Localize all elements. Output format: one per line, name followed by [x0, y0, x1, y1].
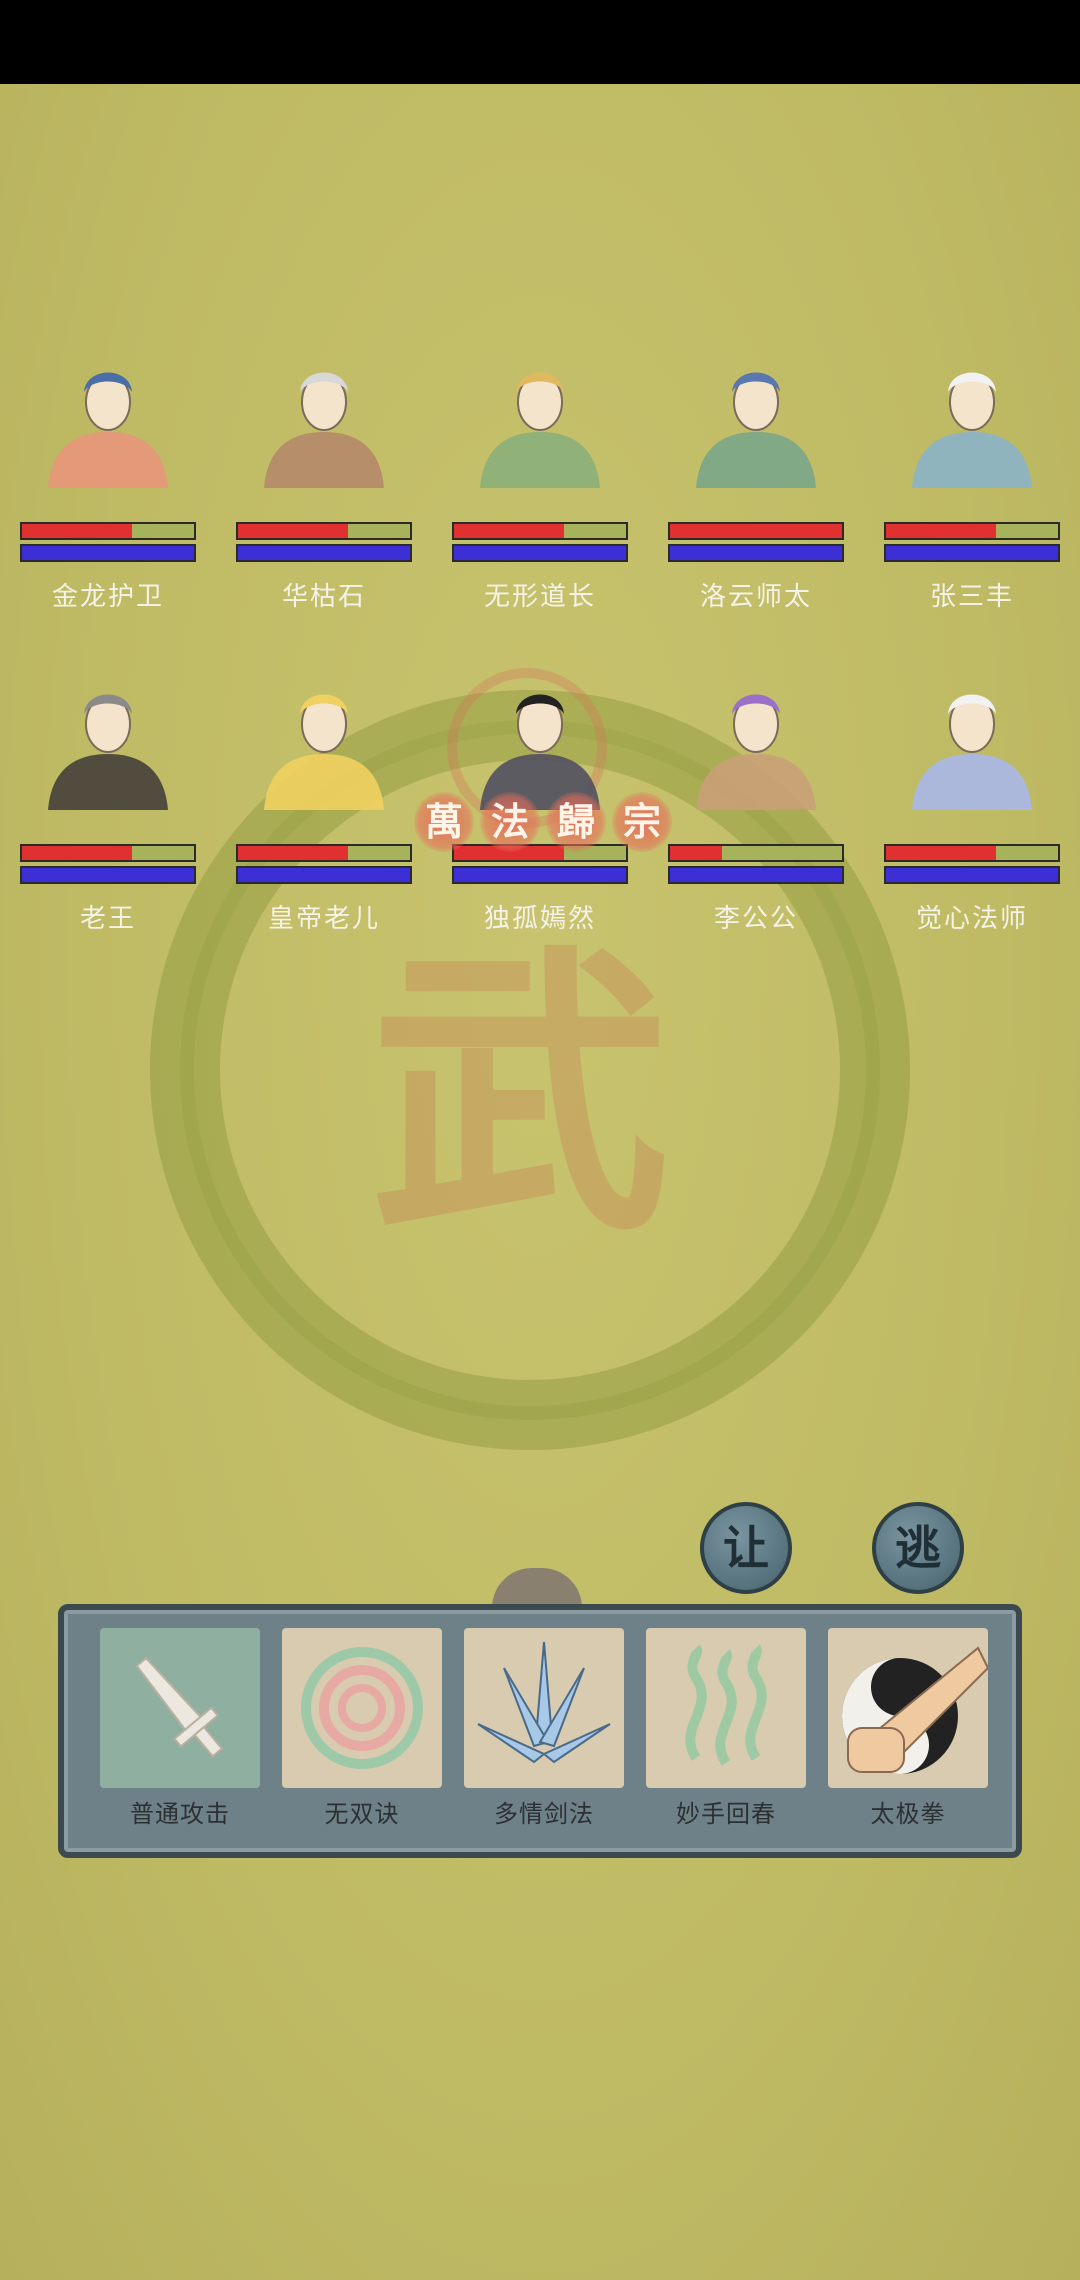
skill-healing[interactable]: 妙手回春 — [646, 1628, 806, 1829]
character-name: 洛云师太 — [699, 582, 812, 612]
hp-bar-fill — [454, 524, 565, 538]
banner-char: 宗 — [612, 792, 672, 852]
hp-bar — [668, 844, 844, 862]
hp-bar — [452, 522, 628, 540]
banner-char: 萬 — [414, 792, 474, 852]
skill-label: 妙手回春 — [676, 1800, 776, 1828]
banner-char: 法 — [480, 792, 540, 852]
skill-label: 太极拳 — [870, 1800, 946, 1828]
mp-bar — [668, 544, 844, 562]
mp-bar — [884, 866, 1060, 884]
hp-bar — [236, 844, 412, 862]
character-portrait[interactable] — [250, 340, 398, 488]
hp-bar-fill — [22, 846, 133, 860]
skill-label: 多情剑法 — [494, 1800, 594, 1828]
skill-panel: 普通攻击 无双诀 多情剑法 妙手回春 太极拳 — [58, 1604, 1022, 1858]
hp-bar — [668, 522, 844, 540]
hp-bar-fill — [238, 846, 349, 860]
banner-char: 歸 — [546, 792, 606, 852]
hp-bar — [20, 522, 196, 540]
character-name: 独孤嫣然 — [483, 904, 596, 934]
character-portrait[interactable] — [466, 662, 614, 810]
character-portrait[interactable] — [682, 662, 830, 810]
swords-fan-icon — [464, 1628, 624, 1788]
mp-bar — [668, 866, 844, 884]
character-name: 李公公 — [713, 904, 798, 934]
skill-taiji-fist[interactable]: 太极拳 — [828, 1628, 988, 1829]
character-name: 无形道长 — [483, 582, 596, 612]
character-portrait[interactable] — [34, 662, 182, 810]
skill-banner: 萬 法 歸 宗 — [414, 792, 674, 858]
healing-waves-icon — [646, 1628, 806, 1788]
hp-bar-fill — [886, 524, 997, 538]
mp-bar — [884, 544, 1060, 562]
character-name: 华枯石 — [281, 582, 366, 612]
skill-label: 无双诀 — [324, 1800, 400, 1828]
flee-button[interactable]: 逃 — [872, 1502, 964, 1594]
character-portrait[interactable] — [682, 340, 830, 488]
skill-label: 普通攻击 — [130, 1800, 230, 1828]
hp-bar — [884, 844, 1060, 862]
mp-bar — [236, 544, 412, 562]
character-portrait[interactable] — [34, 340, 182, 488]
character-portrait[interactable] — [898, 340, 1046, 488]
spiral-icon — [282, 1628, 442, 1788]
character-portrait[interactable] — [898, 662, 1046, 810]
mp-bar — [452, 544, 628, 562]
mp-bar — [20, 544, 196, 562]
hp-bar-fill — [886, 846, 997, 860]
mp-bar — [236, 866, 412, 884]
hp-bar-fill — [670, 846, 722, 860]
hp-bar-fill — [238, 524, 349, 538]
character-name: 觉心法师 — [915, 904, 1028, 934]
mp-bar — [20, 866, 196, 884]
character-name: 老王 — [79, 904, 136, 934]
sword-icon — [100, 1628, 260, 1788]
hp-bar — [236, 522, 412, 540]
mp-bar — [452, 866, 628, 884]
character-name: 皇帝老儿 — [267, 904, 380, 934]
character-portrait[interactable] — [250, 662, 398, 810]
skill-wushuang[interactable]: 无双诀 — [282, 1628, 442, 1829]
status-bar — [0, 0, 1080, 84]
character-portrait[interactable] — [466, 340, 614, 488]
hp-bar-fill — [22, 524, 133, 538]
hp-bar — [20, 844, 196, 862]
skill-duoqing-sword[interactable]: 多情剑法 — [464, 1628, 624, 1829]
hp-bar — [884, 522, 1060, 540]
skill-normal-attack[interactable]: 普通攻击 — [100, 1628, 260, 1829]
hp-bar-fill — [670, 524, 842, 538]
character-name: 张三丰 — [929, 582, 1014, 612]
character-name: 金龙护卫 — [51, 582, 164, 612]
yield-button[interactable]: 让 — [700, 1502, 792, 1594]
yin-yang-fist-icon — [828, 1628, 988, 1788]
wu-calligraphy-watermark: 武 — [370, 918, 670, 1271]
